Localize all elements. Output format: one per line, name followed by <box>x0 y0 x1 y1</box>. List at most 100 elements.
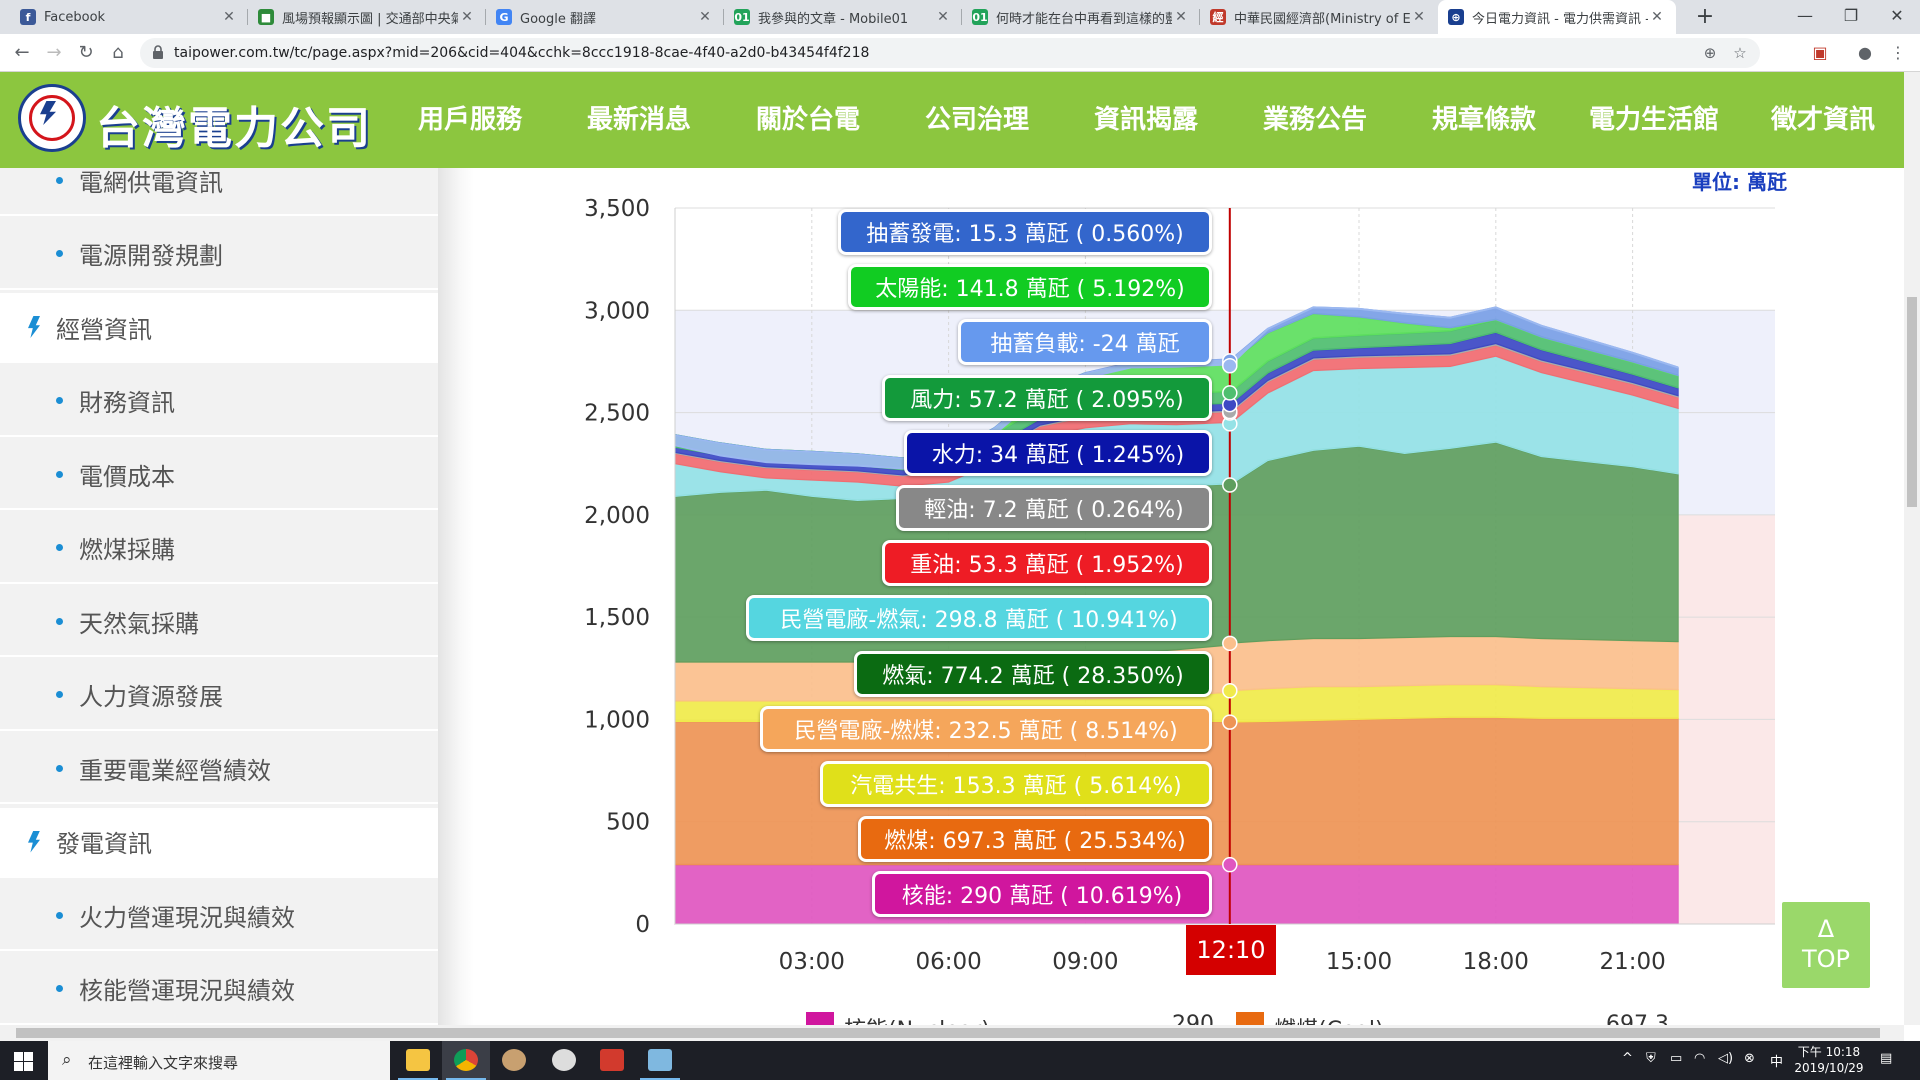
new-tab-button[interactable]: + <box>1692 4 1718 30</box>
browser-toolbar: ← → ↻ ⌂ taipower.com.tw/tc/page.aspx?mid… <box>0 34 1920 72</box>
sidebar-item-label: 人力資源發展 <box>79 683 223 711</box>
search-icon: ⌕ <box>62 1050 72 1070</box>
tray-icon[interactable]: ⊗ <box>1744 1051 1755 1066</box>
top-label: TOP <box>1801 945 1851 973</box>
series-tooltip: 輕油: 7.2 萬瓩 ( 0.264%) <box>896 485 1212 531</box>
tray-chevron-icon[interactable]: ^ <box>1622 1051 1633 1066</box>
browser-tab[interactable]: ■ 風場預報顯示圖 | 交通部中央氣象局✕ <box>248 0 486 34</box>
bullet-icon <box>56 911 63 919</box>
notification-icon[interactable]: ▤ <box>1880 1051 1892 1066</box>
address-bar[interactable]: taipower.com.tw/tc/page.aspx?mid=206&cid… <box>140 38 1760 68</box>
nav-item[interactable]: 業務公告 <box>1263 72 1367 168</box>
bullet-icon <box>56 764 63 772</box>
url-text: taipower.com.tw/tc/page.aspx?mid=206&cid… <box>174 45 870 61</box>
bullet-icon <box>56 617 63 625</box>
bullet-icon <box>56 176 63 184</box>
browser-tab[interactable]: 01 何時才能在台中再看到這樣的藍天 ✕ <box>962 0 1200 34</box>
file-explorer-icon[interactable] <box>394 1041 442 1080</box>
close-tab-icon[interactable]: ✕ <box>1410 9 1428 25</box>
forward-icon[interactable]: → <box>42 41 66 65</box>
volume-icon[interactable]: ◁) <box>1718 1051 1733 1066</box>
close-tab-icon[interactable]: ✕ <box>220 9 238 25</box>
browser-tab[interactable]: G Google 翻譯 ✕ <box>486 0 724 34</box>
browser-tab[interactable]: f Facebook ✕ <box>10 0 248 34</box>
sidebar-item[interactable]: 火力營運現況與績效 <box>0 881 438 951</box>
sidebar-item-label: 財務資訊 <box>79 389 175 417</box>
close-tab-icon[interactable]: ✕ <box>934 9 952 25</box>
logo-text[interactable]: 台灣電力公司 <box>96 92 372 156</box>
sidebar-item[interactable]: 重要電業經營績效 <box>0 734 438 804</box>
back-icon[interactable]: ← <box>10 41 34 65</box>
sidebar-item[interactable]: 財務資訊 <box>0 367 438 437</box>
close-window-icon[interactable]: ✕ <box>1874 0 1920 34</box>
bullet-icon <box>56 985 63 992</box>
sidebar-item-label: 經營資訊 <box>56 315 152 344</box>
sidebar-item[interactable]: 核能營運現況與績效 <box>0 955 438 1025</box>
app-icon[interactable] <box>588 1041 636 1080</box>
browser-tab[interactable]: 經中華民國經濟部(Ministry of Econ✕ <box>1200 0 1438 34</box>
sidebar-divider <box>438 168 474 1025</box>
nav-item[interactable]: 關於台電 <box>756 72 860 168</box>
extension-icon[interactable]: ▣ <box>1808 41 1832 65</box>
legend-swatch <box>1236 1012 1264 1026</box>
wifi-icon[interactable]: ◠ <box>1694 1051 1705 1066</box>
close-tab-icon[interactable]: ✕ <box>1172 9 1190 25</box>
app-icon[interactable] <box>490 1041 538 1080</box>
tab-title: 何時才能在台中再看到這樣的藍天 <box>996 11 1172 27</box>
app-icon[interactable] <box>540 1041 588 1080</box>
sidebar-item[interactable]: 電網供電資訊 <box>0 168 438 216</box>
nav-item[interactable]: 徵才資訊 <box>1771 72 1875 168</box>
sidebar-item-label: 電價成本 <box>79 462 175 491</box>
menu-kebab-icon[interactable]: ⋮ <box>1886 41 1910 65</box>
series-tooltip: 民營電廠-燃煤: 232.5 萬瓩 ( 8.514%) <box>760 705 1212 752</box>
sidebar-item[interactable]: 人力資源發展 <box>0 661 438 731</box>
bookmark-star-icon[interactable]: ☆ <box>1730 43 1750 63</box>
browser-tab[interactable]: 01 我參與的文章 - Mobile01 ✕ <box>724 0 962 34</box>
bullet-icon <box>56 397 63 404</box>
nav-item[interactable]: 公司治理 <box>925 72 1029 168</box>
close-tab-icon[interactable]: ✕ <box>1648 9 1666 25</box>
taskbar-clock[interactable]: 下午 10:18 2019/10/29 <box>1792 1044 1866 1076</box>
sidebar-item[interactable]: 天然氣採購 <box>0 587 438 657</box>
windows-start-icon[interactable] <box>0 1041 46 1080</box>
tray-icon[interactable]: ⛨ <box>1646 1051 1656 1066</box>
bullet-icon <box>56 250 63 257</box>
close-tab-icon[interactable]: ✕ <box>696 9 714 25</box>
nav-item[interactable]: 用戶服務 <box>418 72 522 168</box>
nav-item[interactable]: 規章條款 <box>1432 72 1536 168</box>
horizontal-scrollbar[interactable] <box>0 1025 1904 1041</box>
series-tooltip: 太陽能: 141.8 萬瓩 ( 5.192%) <box>848 264 1212 311</box>
taskbar-search[interactable]: ⌕ 在這裡輸入文字來搜尋 <box>48 1041 390 1080</box>
vertical-scrollbar[interactable] <box>1904 72 1920 1025</box>
sidebar-item[interactable]: 電價成本 <box>0 440 438 510</box>
taipower-logo[interactable] <box>18 84 86 152</box>
close-tab-icon[interactable]: ✕ <box>458 9 476 25</box>
up-arrow-icon: Δ <box>1817 915 1835 943</box>
maximize-icon[interactable]: ❐ <box>1828 0 1874 34</box>
home-icon[interactable]: ⌂ <box>106 41 130 65</box>
google-translate-icon: G <box>496 9 512 25</box>
battery-icon[interactable]: ▭ <box>1670 1051 1682 1066</box>
ime-icon[interactable]: 中 <box>1770 1051 1783 1070</box>
sidebar-item-label: 燃煤採購 <box>79 536 175 564</box>
nav-item[interactable]: 電力生活館 <box>1589 72 1719 168</box>
sidebar-item-label: 天然氣採購 <box>79 609 199 638</box>
nav-item[interactable]: 資訊揭露 <box>1094 72 1198 168</box>
browser-tab[interactable]: ⊕ 今日電力資訊 - 電力供需資訊 - 台 ✕ <box>1438 0 1676 34</box>
unit-label: 單位: 萬瓩 <box>1692 170 1787 194</box>
profile-icon[interactable]: ● <box>1853 41 1877 65</box>
nav-item[interactable]: 最新消息 <box>587 72 691 168</box>
sidebar-section[interactable]: 經營資訊 <box>0 293 438 363</box>
sidebar-item[interactable]: 電源開發規劃 <box>0 220 438 290</box>
sidebar-item[interactable]: 燃煤採購 <box>0 514 438 584</box>
minimize-icon[interactable]: — <box>1782 0 1828 34</box>
reload-icon[interactable]: ↻ <box>74 41 98 65</box>
site-header: 台灣電力公司 用戶服務 最新消息 關於台電 公司治理 資訊揭露 業務公告 規章條款 電力生活館… <box>0 72 1904 168</box>
sidebar-section[interactable]: 發電資訊 <box>0 807 438 878</box>
series-tooltip: 燃氣: 774.2 萬瓩 ( 28.350%) <box>854 650 1212 697</box>
app-icon[interactable] <box>636 1041 684 1080</box>
back-to-top-button[interactable]: Δ TOP <box>1782 902 1870 988</box>
chrome-icon[interactable] <box>442 1041 490 1080</box>
bullet-icon <box>56 544 63 551</box>
zoom-icon[interactable]: ⊕ <box>1700 43 1720 63</box>
